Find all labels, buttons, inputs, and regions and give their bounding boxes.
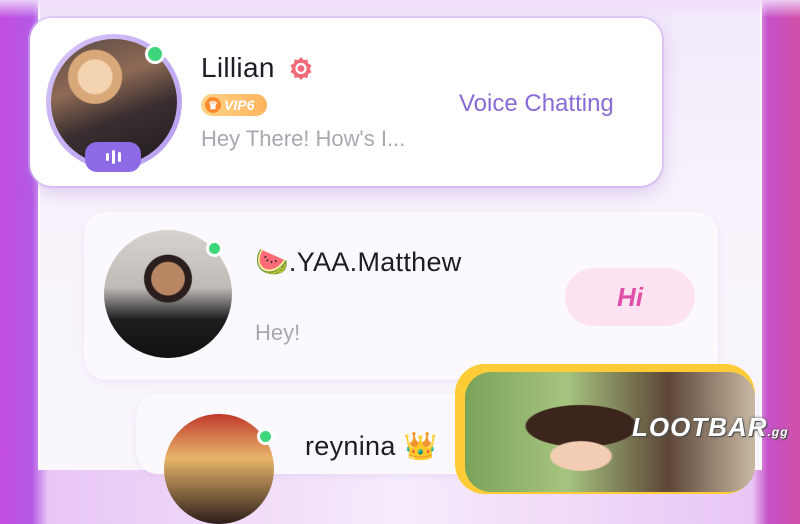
online-indicator bbox=[257, 428, 274, 445]
crown-emoji-icon: 👑 bbox=[403, 431, 438, 461]
contact-name: reynina 👑 bbox=[305, 431, 438, 461]
lootbar-watermark: LOOTBAR.gg bbox=[632, 412, 789, 442]
vip-crown-icon: ♛ bbox=[205, 97, 221, 113]
top-fade bbox=[0, 0, 800, 18]
vip-label: VIP6 bbox=[224, 97, 255, 113]
contact-name: 🍉.YAA.Matthew bbox=[255, 247, 462, 277]
online-indicator bbox=[145, 44, 165, 64]
contact-name: Lillian bbox=[201, 52, 275, 83]
voice-bars-icon bbox=[85, 142, 141, 172]
last-message: Hey There! How's I... bbox=[201, 126, 406, 151]
avatar-reynina[interactable] bbox=[164, 414, 274, 524]
verified-badge-icon bbox=[290, 57, 312, 80]
voice-chatting-status[interactable]: Voice Chatting bbox=[459, 90, 614, 118]
vip-badge: ♛ VIP6 bbox=[201, 94, 267, 116]
watermelon-emoji-icon: 🍉 bbox=[255, 247, 289, 277]
online-indicator bbox=[206, 240, 223, 257]
last-message: Hey! bbox=[255, 320, 301, 345]
say-hi-button[interactable]: Hi bbox=[565, 268, 695, 326]
